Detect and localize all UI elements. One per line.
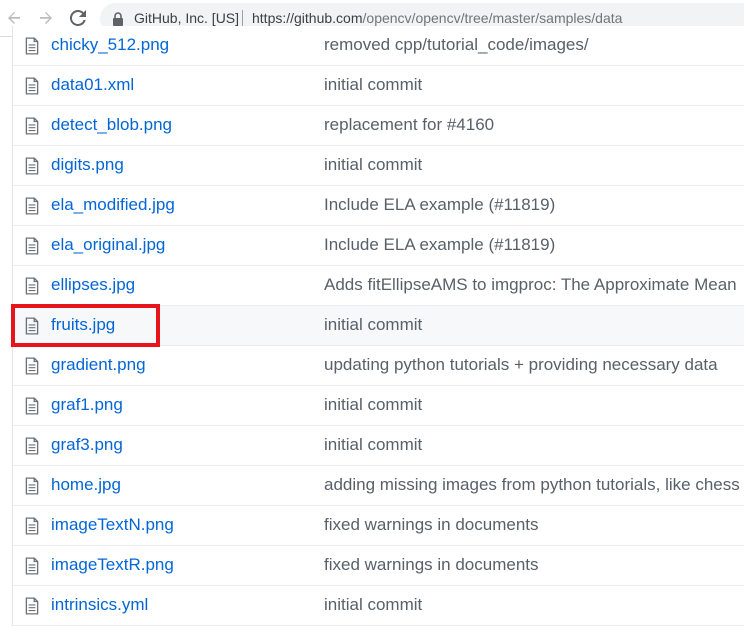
file-link-fruits[interactable]: fruits.jpg <box>51 315 115 335</box>
commit-message[interactable]: fixed warnings in documents <box>324 555 539 575</box>
file-icon <box>25 557 39 575</box>
address-divider <box>242 10 243 27</box>
commit-message[interactable]: removed cpp/tutorial_code/images/ <box>324 35 589 55</box>
commit-message[interactable]: initial commit <box>324 395 422 415</box>
commit-message[interactable]: Include ELA example (#11819) <box>324 195 555 215</box>
file-link[interactable]: home.jpg <box>51 475 121 495</box>
table-row: ela_original.jpg Include ELA example (#1… <box>13 226 744 266</box>
file-icon <box>25 277 39 295</box>
commit-message[interactable]: initial commit <box>324 435 422 455</box>
file-link[interactable]: imageTextR.png <box>51 555 174 575</box>
table-row: digits.png initial commit <box>13 146 744 186</box>
file-link[interactable]: detect_blob.png <box>51 115 172 135</box>
commit-message[interactable]: initial commit <box>324 595 422 615</box>
file-link[interactable]: ellipses.jpg <box>51 275 135 295</box>
table-row: imageTextN.png fixed warnings in documen… <box>13 506 744 546</box>
certificate-label[interactable]: GitHub, Inc. [US] <box>134 10 239 26</box>
file-icon <box>25 317 39 335</box>
table-row: graf1.png initial commit <box>13 386 744 426</box>
table-row: ela_modified.jpg Include ELA example (#1… <box>13 186 744 226</box>
table-row: graf3.png initial commit <box>13 426 744 466</box>
commit-message[interactable]: updating python tutorials + providing ne… <box>324 355 718 375</box>
file-icon <box>25 477 39 495</box>
file-icon <box>25 597 39 615</box>
table-row: gradient.png updating python tutorials +… <box>13 346 744 386</box>
file-icon <box>25 197 39 215</box>
file-link[interactable]: gradient.png <box>51 355 146 375</box>
file-link[interactable]: intrinsics.yml <box>51 595 148 615</box>
table-row: fruits.jpg initial commit <box>13 306 744 346</box>
file-link[interactable]: data01.xml <box>51 75 134 95</box>
url-path: /opencv/opencv/tree/master/samples/data <box>362 10 623 26</box>
file-link[interactable]: graf1.png <box>51 395 123 415</box>
arrow-right-icon <box>40 12 52 24</box>
file-link[interactable]: digits.png <box>51 155 124 175</box>
file-link[interactable]: ela_modified.jpg <box>51 195 175 215</box>
commit-message[interactable]: initial commit <box>324 155 422 175</box>
commit-message[interactable]: fixed warnings in documents <box>324 515 539 535</box>
file-link[interactable]: imageTextN.png <box>51 515 174 535</box>
file-link[interactable]: ela_original.jpg <box>51 235 165 255</box>
url-text[interactable]: https://github.com/opencv/opencv/tree/ma… <box>252 10 622 26</box>
table-row: chicky_512.png removed cpp/tutorial_code… <box>13 26 744 66</box>
commit-message[interactable]: Adds fitEllipseAMS to imgproc: The Appro… <box>324 275 737 295</box>
file-icon <box>25 237 39 255</box>
file-list: chicky_512.png removed cpp/tutorial_code… <box>12 26 744 626</box>
commit-message[interactable]: adding missing images from python tutori… <box>324 475 740 495</box>
file-link[interactable]: graf3.png <box>51 435 123 455</box>
commit-message[interactable]: replacement for #4160 <box>324 115 494 135</box>
reload-icon <box>70 10 86 26</box>
file-icon <box>25 117 39 135</box>
table-row: data01.xml initial commit <box>13 66 744 106</box>
file-icon <box>25 357 39 375</box>
file-icon <box>25 437 39 455</box>
back-button[interactable] <box>4 8 24 28</box>
file-icon <box>25 397 39 415</box>
file-icon <box>25 77 39 95</box>
file-icon <box>25 157 39 175</box>
table-row: intrinsics.yml initial commit <box>13 586 744 626</box>
table-row: home.jpg adding missing images from pyth… <box>13 466 744 506</box>
commit-message[interactable]: Include ELA example (#11819) <box>324 235 555 255</box>
commit-message[interactable]: initial commit <box>324 75 422 95</box>
table-row: ellipses.jpg Adds fitEllipseAMS to imgpr… <box>13 266 744 306</box>
file-icon <box>25 37 39 55</box>
url-host: https://github.com <box>252 10 363 26</box>
table-row: detect_blob.png replacement for #4160 <box>13 106 744 146</box>
arrow-left-icon <box>8 12 20 24</box>
commit-message[interactable]: initial commit <box>324 315 422 335</box>
reload-button[interactable] <box>68 8 88 28</box>
lock-icon <box>113 12 123 26</box>
forward-button[interactable] <box>36 8 56 28</box>
table-row: imageTextR.png fixed warnings in documen… <box>13 546 744 586</box>
file-icon <box>25 517 39 535</box>
file-link[interactable]: chicky_512.png <box>51 35 169 55</box>
